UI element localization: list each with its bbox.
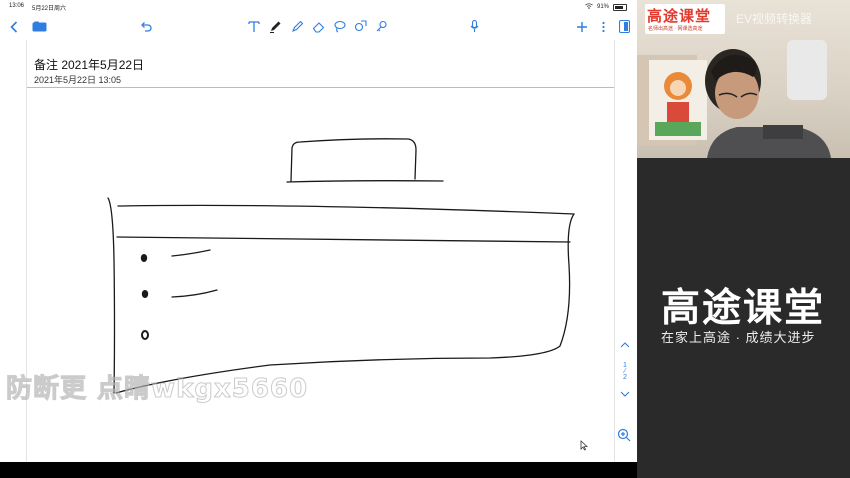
camera-brand-logo: 高途课堂 名师出高途 · 网课选高途 xyxy=(645,4,725,34)
camera-logo-text: 高途课堂 xyxy=(647,8,712,25)
stroke-inner-line xyxy=(116,236,571,243)
page-navigator[interactable]: 1 ⁄ 2 xyxy=(616,340,634,420)
stroke-dash-2 xyxy=(171,289,218,298)
stroke-top-line xyxy=(117,204,575,215)
stroke-outer-left xyxy=(107,197,116,394)
bullet-dot-3 xyxy=(141,330,149,340)
page-total: 2 xyxy=(623,374,627,381)
page-down-icon[interactable] xyxy=(616,391,634,399)
converter-watermark: EV视频转换器 xyxy=(736,12,813,26)
stroke-top-box-base xyxy=(286,180,444,183)
page-up-icon[interactable] xyxy=(616,342,634,350)
bullet-dot-1 xyxy=(140,254,148,262)
zoom-icon[interactable] xyxy=(617,428,631,447)
pointer-cursor-icon xyxy=(580,438,588,456)
camera-logo-subtitle: 名师出高途 · 网课选高途 xyxy=(648,26,703,32)
teacher-video-image xyxy=(705,49,831,158)
watermark-text: 防断更 点睛wkgx5660 xyxy=(5,374,309,405)
stroke-top-box xyxy=(290,138,417,182)
stroke-dash-1 xyxy=(171,249,211,257)
brand-name: 高途课堂 xyxy=(661,287,826,330)
bullet-dot-2 xyxy=(141,290,149,298)
brand-slogan: 在家上高途 · 成绩大进步 xyxy=(661,330,816,345)
bottom-black-bar xyxy=(0,462,637,478)
